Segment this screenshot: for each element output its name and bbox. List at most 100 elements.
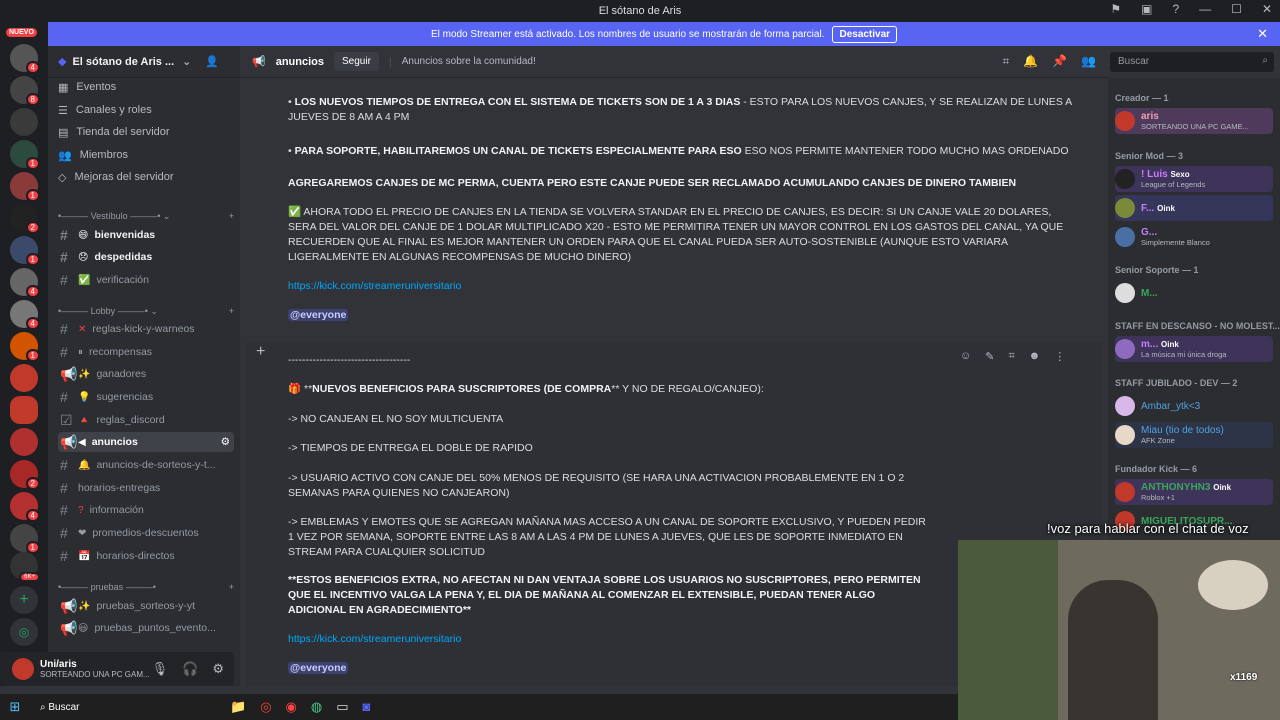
stream-subtitle: !voz para hablar con el chat de voz xyxy=(1047,521,1249,536)
server-icon-active[interactable] xyxy=(10,396,38,424)
search-input[interactable]: Buscar ⌕ xyxy=(1110,52,1274,72)
media-icon[interactable]: ▭ xyxy=(336,699,348,715)
channel-anuncios-sorteos[interactable]: # 🔔 anuncios-de-sorteos-y-t... xyxy=(58,455,234,475)
server-icon[interactable]: 2 xyxy=(10,460,40,490)
hash-icon: # xyxy=(60,480,68,496)
explore-icon[interactable]: ◎ xyxy=(10,618,38,646)
member-item[interactable]: ANTHONYHN3 Oink Roblox +1 xyxy=(1115,479,1273,505)
minimize-icon[interactable]: — xyxy=(1199,2,1211,16)
channel-anuncios[interactable]: 📢 ◀ anuncios ⚙ xyxy=(58,432,234,452)
threads-icon[interactable]: ⌗ xyxy=(1002,54,1009,69)
discord-icon[interactable]: ◙ xyxy=(363,699,371,715)
nav-channels-roles[interactable]: ☰ Canales y roles xyxy=(58,100,234,120)
add-channel-icon[interactable]: + xyxy=(229,306,234,316)
deactivate-button[interactable]: Desactivar xyxy=(832,25,898,43)
channel-horarios-entregas[interactable]: # horarios-entregas xyxy=(58,478,234,498)
server-header[interactable]: ◆ El sótano de Aris ... ⌄ 👤 xyxy=(48,46,240,78)
hash-icon: # xyxy=(60,548,68,564)
gear-icon[interactable]: ⚙ xyxy=(212,661,224,677)
server-icon[interactable]: 1 xyxy=(10,140,40,170)
follow-button[interactable]: Seguir xyxy=(334,52,379,71)
chevron-down-icon[interactable]: ⌄ xyxy=(182,55,191,68)
channel-reglas-kick[interactable]: # ✕ reglas-kick-y-warneos xyxy=(58,319,234,339)
server-badge-icon: ◆ xyxy=(58,56,67,68)
category-vestibulo[interactable]: •——— Vestíbulo ———• ⌄ + xyxy=(58,209,234,223)
files-icon[interactable]: 📁 xyxy=(230,699,246,715)
add-reaction-icon[interactable]: + xyxy=(256,343,265,361)
microphone-icon[interactable]: 🎙 xyxy=(152,661,169,677)
member-item[interactable]: ! Luis Sexo League of Legends xyxy=(1115,166,1273,192)
member-item[interactable]: G... Simplemente Blanco xyxy=(1115,224,1273,250)
member-item[interactable]: M... xyxy=(1115,280,1273,306)
add-channel-icon[interactable]: + xyxy=(229,211,234,221)
channel-despedidas[interactable]: # 😞 despedidas xyxy=(58,247,234,267)
help-icon[interactable]: ? xyxy=(1172,2,1179,16)
members-toggle-icon[interactable]: 👥 xyxy=(1081,54,1096,69)
channel-horarios-directos[interactable]: # 📅 horarios-directos xyxy=(58,546,234,566)
bell-icon[interactable]: 🔔 xyxy=(1023,54,1038,69)
nav-events[interactable]: ▦ Eventos xyxy=(58,77,234,97)
maximize-icon[interactable]: ☐ xyxy=(1231,2,1242,16)
server-icon[interactable] xyxy=(10,428,38,456)
close-window-icon[interactable]: ✕ xyxy=(1262,2,1272,16)
nav-server-shop[interactable]: ▤ Tienda del servidor xyxy=(58,122,234,142)
server-icon[interactable]: 1 xyxy=(10,332,40,362)
server-icon[interactable]: 4 xyxy=(10,492,40,522)
category-lobby[interactable]: •——— Lobby ———• ⌄ + xyxy=(58,304,234,318)
channel-sugerencias[interactable]: # 💡 sugerencias xyxy=(58,387,234,407)
channel-promedios[interactable]: # ❤ promedios-descuentos xyxy=(58,523,234,543)
add-server-icon[interactable]: + xyxy=(10,586,38,614)
screen-icon[interactable]: ▣ xyxy=(1141,2,1152,16)
server-icon[interactable]: 1 xyxy=(10,524,40,554)
opera-gx-icon[interactable]: ◉ xyxy=(286,699,297,715)
member-item[interactable]: Ambar_ytk<3 xyxy=(1115,393,1273,419)
hash-icon: # xyxy=(60,227,68,243)
close-banner-icon[interactable]: ✕ xyxy=(1257,26,1268,42)
server-icon[interactable]: 4 xyxy=(10,300,40,330)
server-icon[interactable]: 1 xyxy=(10,172,40,202)
new-badge: NUEVO xyxy=(6,28,37,37)
message-line: -> USUARIO ACTIVO CON CANJE DEL 50% MENO… xyxy=(288,472,905,499)
avatar xyxy=(1115,396,1135,416)
avatar[interactable] xyxy=(12,658,34,680)
channel-verificacion[interactable]: # ✅ verificación xyxy=(58,270,234,290)
hash-icon: # xyxy=(60,502,68,518)
channel-reglas-discord[interactable]: ☑ 🔺 reglas_discord xyxy=(58,410,234,430)
channel-ganadores[interactable]: 📢 ✨ ganadores xyxy=(58,364,234,384)
settings-icon[interactable]: ⚙ xyxy=(221,436,230,448)
opera-icon[interactable]: ◎ xyxy=(260,699,271,715)
server-icon[interactable] xyxy=(10,364,38,392)
server-icon[interactable]: 6K+ xyxy=(10,552,40,582)
chrome-icon[interactable]: ◍ xyxy=(311,699,322,715)
nav-boosts[interactable]: ◇ Mejoras del servidor xyxy=(58,167,234,187)
windows-start-icon[interactable]: ⊞ xyxy=(0,699,30,715)
nav-members[interactable]: 👥 Miembros xyxy=(58,145,234,165)
channel-pruebas-puntos[interactable]: 📢 😃 pruebas_puntos_evento... xyxy=(58,618,234,638)
server-icon[interactable]: 2 xyxy=(10,204,40,234)
message-line: -> NO CANJEAN EL NO SOY MULTICUENTA xyxy=(288,413,504,425)
pin-icon[interactable]: 📌 xyxy=(1052,54,1067,69)
server-icon[interactable]: 8 xyxy=(10,76,40,106)
taskbar-search[interactable]: ⌕ Buscar xyxy=(30,702,170,713)
channel-pruebas-sorteos[interactable]: 📢 ✨ pruebas_sorteos-y-yt xyxy=(58,596,234,616)
bulb-icon: 💡 xyxy=(78,391,91,403)
member-item[interactable]: Miau (tio de todos) AFK Zone xyxy=(1115,422,1273,448)
channel-topic[interactable]: Anuncios sobre la comunidad! xyxy=(402,56,536,67)
server-icon[interactable]: 4 xyxy=(10,268,40,298)
inbox-icon[interactable]: ⚑ xyxy=(1110,2,1121,16)
speaker-icon: ◀ xyxy=(78,436,86,448)
add-channel-icon[interactable]: + xyxy=(229,582,234,592)
category-pruebas[interactable]: •——— pruebas ———• + xyxy=(58,580,234,594)
channel-informacion[interactable]: #? información xyxy=(58,500,234,520)
banner-text: El modo Streamer está activado. Los nomb… xyxy=(430,28,825,40)
channel-bienvenidas[interactable]: # 😄 bienvenidas xyxy=(58,225,234,245)
channel-recompensas[interactable]: # ⏸ recompensas xyxy=(58,342,234,362)
server-icon[interactable]: 4 xyxy=(10,44,40,74)
server-icon[interactable] xyxy=(10,108,38,136)
member-item[interactable]: F... Oink xyxy=(1115,195,1273,221)
headphones-icon[interactable]: 🎧 xyxy=(182,661,198,677)
member-item[interactable]: aris SORTEANDO UNA PC GAME... xyxy=(1115,108,1273,134)
member-item[interactable]: m... Oink La música mi única droga xyxy=(1115,336,1273,362)
invite-icon[interactable]: 👤 xyxy=(205,55,219,68)
server-icon[interactable]: 1 xyxy=(10,236,40,266)
